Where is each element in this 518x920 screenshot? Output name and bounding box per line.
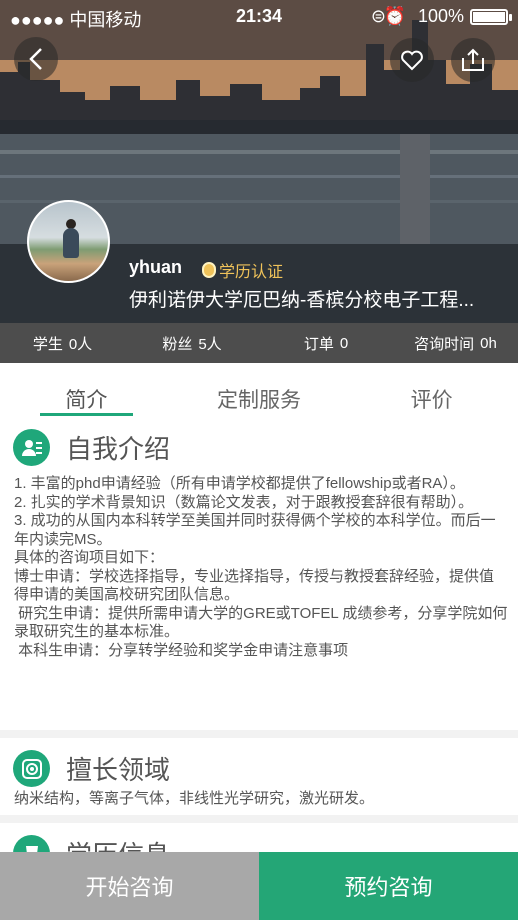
- stat-label: 学生: [32, 335, 63, 353]
- header-hero: ●●●●● 中国移动 21:34 ⊜ ⏰ 100% yhuan 学历认证 伊利诺…: [0, 0, 518, 323]
- stat-label: 咨询时间: [414, 335, 475, 353]
- stat-value: 0人: [68, 335, 93, 353]
- person-card-icon: [13, 429, 50, 466]
- tab-custom-service[interactable]: 定制服务: [173, 363, 346, 417]
- active-tab-indicator: [40, 413, 133, 416]
- battery-icon: [470, 9, 508, 25]
- stat-value: 0h: [480, 334, 497, 352]
- status-bar: ●●●●● 中国移动 21:34 ⊜ ⏰ 100%: [0, 0, 518, 34]
- stat-students: 学生 0人: [0, 323, 125, 363]
- intro-body: 1. 丰富的phd申请经验（所有申请学校都提供了fellowship或者RA）。…: [14, 475, 508, 659]
- intro-header: 自我介绍: [13, 429, 170, 466]
- stat-value: 0: [339, 334, 349, 352]
- stat-consult-time: 咨询时间 0h: [393, 323, 518, 363]
- expertise-body: 纳米结构，等离子气体，非线性光学研究，激光研发。: [14, 790, 375, 807]
- start-consult-button[interactable]: 开始咨询: [0, 852, 259, 920]
- certification-badge: 学历认证: [202, 258, 283, 282]
- share-button[interactable]: [451, 38, 495, 82]
- stat-orders: 订单 0: [259, 323, 393, 363]
- back-button[interactable]: [14, 37, 58, 81]
- share-icon: [462, 48, 484, 71]
- stat-label: 订单: [303, 335, 334, 353]
- expertise-title: 擅长领域: [66, 755, 171, 785]
- target-icon: [13, 750, 50, 787]
- heart-icon: [401, 50, 423, 71]
- alarm-icon: ⏰: [383, 6, 406, 26]
- chevron-left-icon: [29, 48, 42, 70]
- certification-label: 学历认证: [219, 264, 284, 281]
- favorite-button[interactable]: [390, 38, 434, 82]
- school-name: 伊利诺伊大学厄巴纳-香槟分校电子工程...: [129, 290, 475, 311]
- stat-value: 5人: [198, 335, 222, 353]
- medal-icon: [202, 262, 216, 278]
- expertise-header: 擅长领域: [13, 750, 170, 787]
- intro-title: 自我介绍: [66, 434, 171, 464]
- tab-reviews[interactable]: 评价: [345, 363, 518, 417]
- bottom-action-bar: 开始咨询 预约咨询: [0, 852, 518, 920]
- expertise-section: 擅长领域 纳米结构，等离子气体，非线性光学研究，激光研发。: [0, 738, 518, 815]
- tab-intro[interactable]: 简介: [0, 363, 173, 417]
- stats-bar: 学生 0人 粉丝 5人 订单 0 咨询时间 0h: [0, 323, 518, 363]
- avatar-body: [63, 228, 79, 258]
- battery-tip-icon: [509, 14, 512, 21]
- avatar[interactable]: [27, 200, 110, 283]
- battery-percent: 100%: [417, 6, 464, 26]
- profile-name: yhuan: [129, 257, 183, 277]
- intro-section: 自我介绍 1. 丰富的phd申请经验（所有申请学校都提供了fellowship或…: [0, 417, 518, 730]
- stat-fans: 粉丝 5人: [125, 323, 259, 363]
- tab-bar: 简介 定制服务 评价: [0, 363, 518, 417]
- stat-label: 粉丝: [162, 335, 193, 353]
- book-consult-button[interactable]: 预约咨询: [259, 852, 518, 920]
